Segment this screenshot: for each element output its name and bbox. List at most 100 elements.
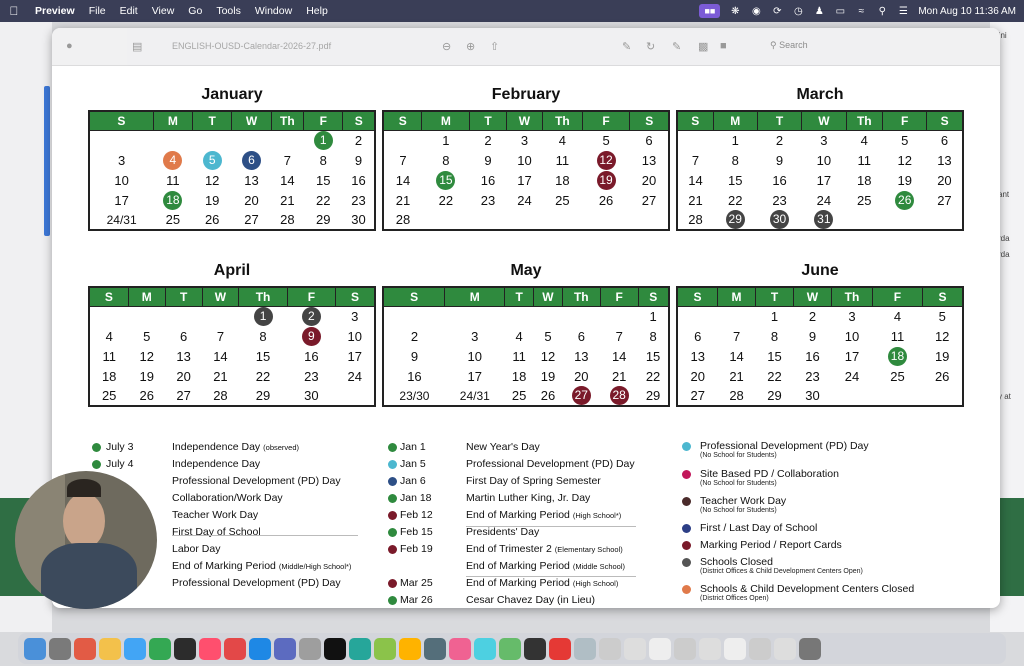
dock-app-icon[interactable] bbox=[599, 637, 621, 660]
dock-app-icon[interactable] bbox=[399, 637, 421, 660]
legend-label-text: Professional Development (PD) Day bbox=[172, 475, 341, 487]
dock-app-icon[interactable] bbox=[574, 637, 596, 660]
dock-app-icon[interactable] bbox=[374, 637, 396, 660]
dock-app-icon[interactable] bbox=[149, 637, 171, 660]
menu-edit[interactable]: Edit bbox=[113, 5, 145, 17]
day-cell: 28 bbox=[280, 212, 295, 227]
share-icon[interactable]: ⇧ bbox=[490, 40, 499, 53]
legend-label: Professional Development (PD) Day bbox=[172, 475, 341, 487]
day-cell: 29 bbox=[255, 388, 271, 403]
day-cell: 22 bbox=[316, 192, 331, 208]
dock-app-icon[interactable] bbox=[349, 637, 371, 660]
dock-app-icon[interactable] bbox=[74, 637, 96, 660]
week-row: 17 18 19 20 21 22 23 bbox=[89, 190, 375, 210]
dock-app-icon[interactable] bbox=[449, 637, 471, 660]
menu-file[interactable]: File bbox=[82, 5, 113, 17]
day-cell bbox=[271, 130, 303, 150]
legend-label: Presidents' Day bbox=[466, 526, 539, 538]
dock-app-icon[interactable] bbox=[799, 637, 821, 660]
dock-app-icon[interactable] bbox=[724, 637, 746, 660]
dock-app-icon[interactable] bbox=[99, 637, 121, 660]
week-row: 10 11 12 13 14 15 16 bbox=[89, 170, 375, 190]
day-cell: 13 bbox=[244, 172, 259, 188]
dock-app-icon[interactable] bbox=[299, 637, 321, 660]
dock-app-icon[interactable] bbox=[474, 637, 496, 660]
form-icon[interactable]: ▩ bbox=[698, 40, 708, 53]
weekday-header: Th bbox=[270, 110, 305, 131]
menu-window[interactable]: Window bbox=[248, 5, 299, 17]
day-cell bbox=[165, 306, 202, 326]
dock-app-icon[interactable] bbox=[524, 637, 546, 660]
highlighted-day: 9 bbox=[301, 326, 321, 346]
highlight-icon[interactable]: ■ bbox=[720, 40, 727, 52]
dock-app-icon[interactable] bbox=[749, 637, 771, 660]
day-cell: 21 bbox=[280, 192, 295, 208]
dock-app-icon[interactable] bbox=[424, 637, 446, 660]
gear-icon[interactable]: ❋ bbox=[729, 6, 741, 17]
dock-app-icon[interactable] bbox=[674, 637, 696, 660]
weekday-header: M bbox=[717, 286, 757, 307]
highlighted-day: 31 bbox=[814, 210, 834, 229]
dock-app-icon[interactable] bbox=[499, 637, 521, 660]
menu-tools[interactable]: Tools bbox=[209, 5, 248, 17]
dock-app-icon[interactable] bbox=[199, 637, 221, 660]
menu-help[interactable]: Help bbox=[299, 5, 335, 17]
markup-icon[interactable]: ✎ bbox=[672, 40, 681, 53]
day-cell: 20 bbox=[641, 172, 657, 188]
close-icon[interactable]: ● bbox=[66, 40, 73, 52]
weekday-header: M bbox=[421, 110, 471, 131]
window-toolbar: ● ▤ ENGLISH-OUSD-Calendar-2026-27.pdf ⊖ … bbox=[52, 28, 1000, 66]
apple-icon[interactable]:  bbox=[0, 4, 28, 18]
day-cell: 1 bbox=[649, 308, 657, 324]
time-machine-icon[interactable]: ◷ bbox=[792, 6, 804, 17]
highlighted-day: 28 bbox=[609, 386, 629, 405]
day-cell: 30 bbox=[757, 210, 801, 230]
dock-app-icon[interactable] bbox=[49, 637, 71, 660]
search-icon[interactable]: ⚲ bbox=[876, 6, 888, 17]
week-row: 28 bbox=[383, 210, 669, 230]
search-field[interactable]: ⚲ Search bbox=[770, 40, 808, 51]
dock-app-icon[interactable] bbox=[24, 637, 46, 660]
dock-app-icon[interactable] bbox=[249, 637, 271, 660]
day-cell: 20 bbox=[574, 368, 589, 384]
dock-app-icon[interactable] bbox=[124, 637, 146, 660]
key-dot bbox=[682, 541, 691, 550]
sync-icon[interactable]: ⟳ bbox=[771, 6, 783, 17]
wifi-icon[interactable]: ≈ bbox=[855, 6, 867, 17]
user-icon[interactable]: ♟ bbox=[813, 6, 825, 17]
calendar-february: S M T W Th F S 1 2 3 4 5 6 7 8 9 10 11 12 13 14 15 16 17 18 19 20 2… bbox=[382, 110, 670, 231]
dock-app-icon[interactable] bbox=[774, 637, 796, 660]
sidebar-icon[interactable]: ▤ bbox=[132, 40, 142, 53]
dock-app-icon[interactable] bbox=[699, 637, 721, 660]
dock-app-icon[interactable] bbox=[224, 637, 246, 660]
menu-go[interactable]: Go bbox=[181, 5, 209, 17]
menu-app-name[interactable]: Preview bbox=[28, 5, 82, 17]
day-cell: 6 bbox=[940, 132, 949, 148]
record-icon[interactable]: ◉ bbox=[750, 6, 762, 17]
dock-app-icon[interactable] bbox=[174, 637, 196, 660]
zoom-in-icon[interactable]: ⊕ bbox=[466, 40, 475, 53]
day-cell: 23 bbox=[805, 368, 820, 384]
menu-clock[interactable]: Mon Aug 10 11:36 AM bbox=[918, 6, 1016, 17]
day-cell: 15 bbox=[316, 172, 331, 188]
zoom-status-icon[interactable]: ■■ bbox=[699, 4, 721, 18]
key-label: Professional Development (PD) Day (No Sch… bbox=[700, 440, 869, 459]
rotate-icon[interactable]: ↻ bbox=[646, 40, 655, 53]
menu-view[interactable]: View bbox=[145, 5, 182, 17]
day-cell: 3 bbox=[351, 308, 359, 324]
dock-app-icon[interactable] bbox=[274, 637, 296, 660]
dock-app-icon[interactable] bbox=[649, 637, 671, 660]
day-cell: 16 bbox=[772, 172, 787, 188]
dock-app-icon[interactable] bbox=[549, 637, 571, 660]
pen-icon[interactable]: ✎ bbox=[622, 40, 631, 53]
weekday-header: S bbox=[637, 286, 670, 307]
day-cell: 19 bbox=[139, 368, 155, 384]
zoom-out-icon[interactable]: ⊖ bbox=[442, 40, 451, 53]
dock-app-icon[interactable] bbox=[324, 637, 346, 660]
control-center-icon[interactable]: ☰ bbox=[897, 6, 909, 17]
legend-label: New Year's Day bbox=[466, 441, 540, 453]
webcam-overlay[interactable] bbox=[15, 471, 157, 609]
dock-app-icon[interactable] bbox=[624, 637, 646, 660]
day-cell: 24/31 bbox=[459, 388, 490, 403]
battery-icon[interactable]: ▭ bbox=[834, 6, 846, 17]
